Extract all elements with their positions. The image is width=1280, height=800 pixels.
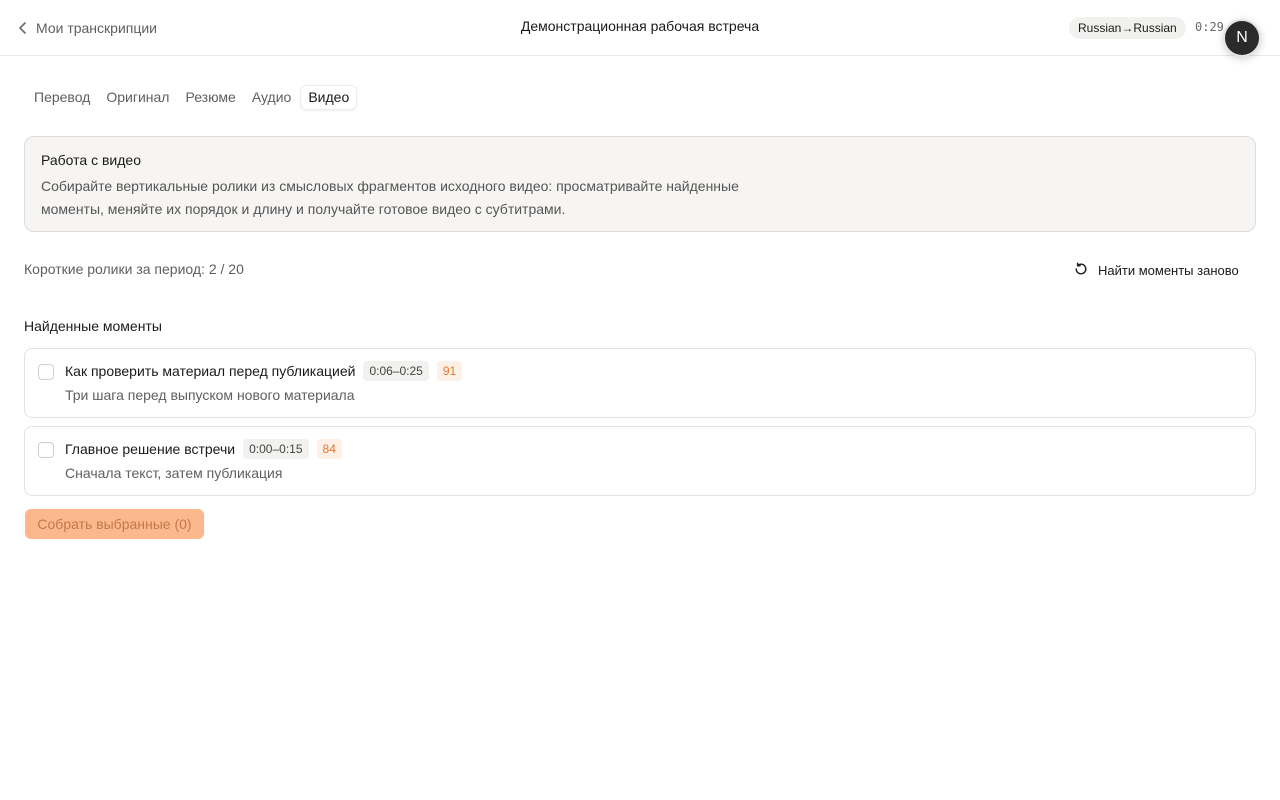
- moment-card[interactable]: Как проверить материал перед публикацией…: [24, 348, 1256, 418]
- moment-score-badge: 84: [316, 439, 342, 459]
- avatar[interactable]: N: [1223, 19, 1261, 57]
- back-to-transcripts-link[interactable]: Мои транскрипции: [18, 18, 157, 38]
- info-title: Работа с видео: [41, 152, 141, 168]
- view-tabs: Перевод Оригинал Резюме Аудио Видео: [27, 84, 358, 110]
- shorts-quota: Короткие ролики за период: 2 / 20: [24, 261, 244, 277]
- moment-title: Главное решение встречи: [65, 441, 236, 457]
- moment-title: Как проверить материал перед публикацией: [65, 363, 356, 379]
- moment-time-range: 0:00–0:15: [243, 439, 309, 459]
- top-bar: Мои транскрипции Демонстрационная рабоча…: [0, 0, 1280, 57]
- find-moments-again-button[interactable]: Найти моменты заново: [1074, 260, 1239, 280]
- tab-audio[interactable]: Аудио: [245, 85, 299, 110]
- build-selected-button[interactable]: Собрать выбранные (0): [25, 509, 204, 539]
- info-description: Собирайте вертикальные ролики из смыслов…: [41, 178, 739, 217]
- moment-time-range: 0:06–0:25: [363, 361, 429, 381]
- tab-translation[interactable]: Перевод: [27, 85, 97, 110]
- tab-video[interactable]: Видео: [300, 84, 358, 110]
- moment-checkbox[interactable]: [38, 364, 54, 380]
- back-link-label: Мои транскрипции: [36, 20, 158, 36]
- moment-subtitle: Сначала текст, затем публикация: [65, 465, 283, 481]
- moment-header: Главное решение встречи 0:00–0:15 84: [65, 438, 342, 460]
- moment-header: Как проверить материал перед публикацией…: [65, 360, 463, 382]
- moment-score-badge: 91: [436, 361, 463, 381]
- moment-card[interactable]: Главное решение встречи 0:00–0:15 84 Сна…: [24, 426, 1256, 496]
- found-moments-heading: Найденные моменты: [24, 318, 162, 334]
- duration-timer: 0:29: [1195, 20, 1224, 34]
- moment-subtitle: Три шага перед выпуском нового материала: [65, 387, 355, 403]
- tab-original[interactable]: Оригинал: [99, 85, 176, 110]
- find-moments-again-label: Найти моменты заново: [1098, 262, 1239, 278]
- refresh-icon: [1074, 262, 1088, 279]
- video-info-panel: Работа с видео Собирайте вертикальные ро…: [24, 136, 1256, 232]
- moment-checkbox[interactable]: [38, 442, 54, 458]
- chevron-left-icon: [18, 22, 28, 34]
- language-badge: Russian→Russian: [1069, 17, 1186, 39]
- tab-summary[interactable]: Резюме: [178, 85, 242, 110]
